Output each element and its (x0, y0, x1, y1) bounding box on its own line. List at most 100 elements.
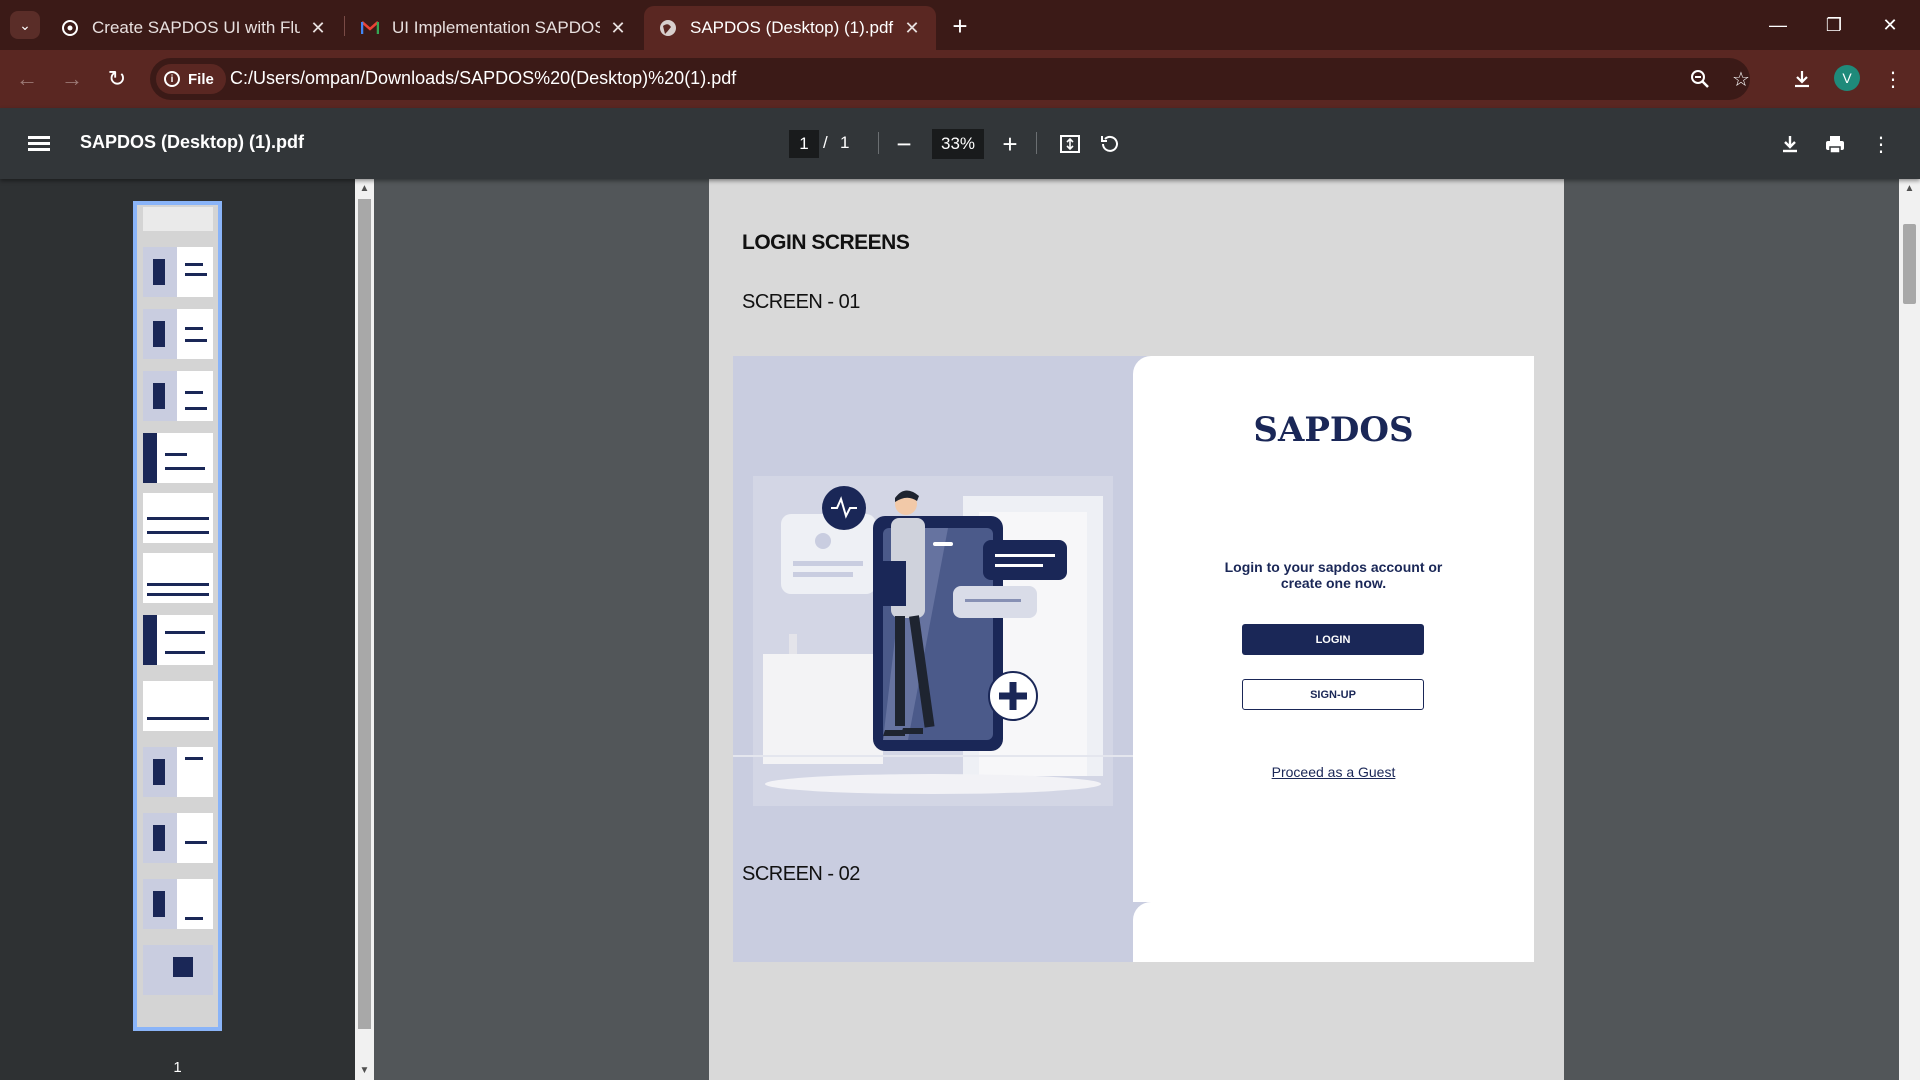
address-bar[interactable]: i File C:/Users/ompan/Downloads/SAPDOS%2… (150, 58, 1750, 100)
close-window-button[interactable]: ✕ (1862, 0, 1918, 50)
fit-page-icon (1060, 135, 1080, 153)
screen-02-mockup (733, 902, 1534, 962)
tab-strip: ⌄ Create SAPDOS UI with Flutter ✕ UI Imp… (0, 0, 1920, 50)
gmail-icon (360, 18, 380, 38)
thumbnail-screen (143, 553, 213, 603)
thumbnail-screen (143, 615, 213, 665)
tab-chatgpt[interactable]: Create SAPDOS UI with Flutter ✕ (46, 6, 342, 50)
toolbar-divider (878, 132, 879, 154)
fit-page-button[interactable] (1055, 129, 1085, 159)
restore-icon: ❐ (1825, 14, 1843, 35)
browser-toolbar: ← → ↻ i File C:/Users/ompan/Downloads/SA… (0, 50, 1920, 108)
login-tagline: Login to your sapdos account or create o… (1224, 559, 1443, 591)
document-viewer: LOGIN SCREENS SCREEN - 01 SAPDOS Login t… (374, 179, 1899, 1080)
page-separator: / (823, 133, 828, 152)
thumbnail-header-block (143, 207, 213, 231)
plus-icon: + (1002, 128, 1018, 159)
arrow-right-icon: → (61, 66, 83, 91)
forward-button[interactable]: → (57, 64, 87, 94)
thumbnail-screen (143, 309, 213, 359)
globe-icon (658, 18, 678, 38)
login-card: SAPDOS Login to your sapdos account or c… (1133, 356, 1534, 924)
site-info-chip[interactable]: i File (156, 64, 226, 94)
document-scrollbar[interactable]: ▲ (1899, 179, 1920, 1080)
more-vertical-icon: ⋮ (1871, 133, 1891, 156)
thumbnail-screen (143, 433, 213, 483)
pdf-toolbar: SAPDOS (Desktop) (1).pdf 1 / 1 − 33% + ⋮ (0, 108, 1920, 179)
scroll-up-icon[interactable]: ▲ (1903, 182, 1916, 195)
rotate-icon (1101, 135, 1118, 152)
minus-icon: − (896, 128, 912, 159)
tab-title: UI Implementation SAPDOS Pro (392, 18, 600, 37)
close-icon: ✕ (1882, 14, 1898, 35)
page-total: 1 (840, 133, 850, 152)
restore-button[interactable]: ❐ (1806, 0, 1862, 50)
back-button[interactable]: ← (12, 64, 42, 94)
tab-separator (344, 16, 345, 36)
scroll-down-icon[interactable]: ▼ (358, 1064, 371, 1077)
tab-search-button[interactable]: ⌄ (10, 11, 40, 39)
thumbnail-page-label: 1 (173, 1059, 182, 1076)
thumbnail-screen (143, 371, 213, 421)
more-vertical-icon: ⋮ (1883, 68, 1903, 91)
tab-pdf[interactable]: SAPDOS (Desktop) (1).pdf ✕ (644, 6, 936, 50)
print-icon (1826, 136, 1844, 154)
minimize-icon: — (1769, 14, 1787, 35)
close-icon[interactable]: ✕ (308, 18, 328, 38)
toolbar-divider (1036, 132, 1037, 154)
scroll-up-icon[interactable]: ▲ (358, 182, 371, 195)
close-icon[interactable]: ✕ (902, 18, 922, 38)
star-icon[interactable]: ☆ (1728, 66, 1754, 92)
info-icon: i (164, 71, 180, 87)
chatgpt-icon (60, 18, 80, 38)
sidebar-toggle-button[interactable] (26, 130, 52, 156)
new-tab-button[interactable]: + (946, 11, 974, 41)
zoom-icon[interactable] (1687, 66, 1713, 92)
profile-avatar[interactable]: V (1834, 65, 1860, 91)
tab-title: Create SAPDOS UI with Flutter (92, 18, 300, 37)
brand-logo: SAPDOS (1253, 410, 1414, 450)
section-title: LOGIN SCREENS (742, 231, 910, 254)
thumbnail-screen (143, 247, 213, 297)
thumbnail-screen (143, 813, 213, 863)
zoom-input[interactable]: 33% (932, 129, 984, 159)
arrow-left-icon: ← (16, 66, 38, 91)
downloads-button[interactable] (1787, 64, 1817, 94)
zoom-out-button[interactable]: − (889, 129, 919, 159)
page-number-input[interactable]: 1 (789, 130, 819, 158)
rotate-button[interactable] (1095, 129, 1125, 159)
zoom-in-button[interactable]: + (995, 129, 1025, 159)
reload-button[interactable]: ↻ (102, 64, 132, 94)
print-button[interactable] (1820, 129, 1850, 159)
minimize-button[interactable]: — (1750, 0, 1806, 50)
page-thumbnail[interactable] (133, 201, 222, 1031)
thumbnail-sidebar: 1 (0, 179, 355, 1080)
screen-title: SCREEN - 01 (742, 291, 860, 313)
screen-title: SCREEN - 02 (742, 863, 860, 885)
signup-button[interactable]: SIGN-UP (1242, 679, 1424, 710)
thumbnail-screen (143, 879, 213, 929)
download-icon (1795, 71, 1809, 88)
thumbnail-screen (143, 747, 213, 797)
scrollbar-thumb[interactable] (358, 199, 371, 1029)
sidebar-scrollbar[interactable]: ▲ ▼ (355, 179, 374, 1080)
doctor-illustration (733, 476, 1133, 806)
tab-gmail[interactable]: UI Implementation SAPDOS Pro ✕ (346, 6, 642, 50)
url-text[interactable]: C:/Users/ompan/Downloads/SAPDOS%20(Deskt… (230, 68, 736, 89)
download-icon (1783, 136, 1797, 153)
close-icon[interactable]: ✕ (608, 18, 628, 38)
guest-link[interactable]: Proceed as a Guest (1133, 764, 1534, 780)
scrollbar-thumb[interactable] (1903, 224, 1916, 304)
pdf-more-button[interactable]: ⋮ (1866, 129, 1896, 159)
browser-menu-button[interactable]: ⋮ (1878, 64, 1908, 94)
login-screen-mockup: SAPDOS Login to your sapdos account or c… (733, 356, 1534, 924)
pdf-page: LOGIN SCREENS SCREEN - 01 SAPDOS Login t… (709, 179, 1564, 1080)
thumbnail-screen (143, 681, 213, 731)
chevron-down-icon: ⌄ (19, 16, 31, 33)
reload-icon: ↻ (107, 66, 127, 91)
screen-02-card (1133, 902, 1534, 962)
pdf-download-button[interactable] (1775, 129, 1805, 159)
thumbnail-screen (143, 945, 213, 995)
login-button[interactable]: LOGIN (1242, 624, 1424, 655)
site-info-label: File (188, 70, 214, 88)
